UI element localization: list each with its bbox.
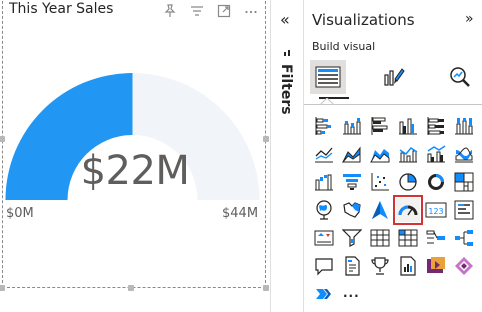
filters-collapse-icon[interactable]: «	[280, 10, 290, 29]
qa-icon[interactable]	[312, 254, 336, 278]
line-chart-icon[interactable]	[312, 142, 336, 166]
narrative-icon[interactable]	[340, 254, 364, 278]
donut-icon[interactable]	[424, 170, 448, 194]
gauge-icon[interactable]	[393, 195, 423, 225]
slicer-icon[interactable]	[340, 226, 364, 250]
multi-row-card-icon[interactable]	[452, 198, 476, 222]
power-automate-icon[interactable]	[452, 254, 476, 278]
area-chart-icon[interactable]	[340, 142, 364, 166]
visual-header-toolbar	[162, 3, 259, 19]
gauge-value: $22M	[80, 148, 190, 194]
visualizations-pane: Visualizations » Build visual 123 ...	[304, 0, 482, 312]
report-canvas[interactable]: This Year Sales $22M $0M $44M	[0, 0, 270, 312]
svg-text:123: 123	[428, 207, 443, 216]
treemap-icon[interactable]	[452, 170, 476, 194]
line-stacked-column-icon[interactable]	[396, 142, 420, 166]
kpi-icon[interactable]	[312, 226, 336, 250]
card-icon[interactable]: 123	[424, 198, 448, 222]
goals-icon[interactable]	[368, 254, 392, 278]
build-visual-icon[interactable]	[310, 60, 349, 99]
gauge-min-label: $0M	[6, 206, 34, 221]
build-visual-label: Build visual	[312, 40, 376, 53]
stacked-column-icon[interactable]	[340, 114, 364, 138]
funnel-icon[interactable]	[340, 170, 364, 194]
ribbon-chart-icon[interactable]	[452, 142, 476, 166]
table-icon[interactable]	[368, 226, 392, 250]
focus-mode-icon[interactable]	[216, 3, 232, 19]
filters-label[interactable]: Filters	[278, 64, 294, 115]
report-editor: This Year Sales $22M $0M $44M « Filters …	[0, 0, 482, 312]
waterfall-icon[interactable]	[312, 170, 336, 194]
clustered-column-icon[interactable]	[396, 114, 420, 138]
power-apps-icon[interactable]	[424, 254, 448, 278]
gauge-max-label: $44M	[222, 206, 259, 221]
matrix-icon[interactable]	[396, 226, 420, 250]
format-visual-icon[interactable]	[376, 60, 412, 94]
100-stacked-column-icon[interactable]	[452, 114, 476, 138]
pin-icon[interactable]	[162, 3, 178, 19]
map-icon[interactable]	[312, 198, 336, 222]
100-stacked-bar-icon[interactable]	[424, 114, 448, 138]
filter-funnel-icon	[283, 42, 292, 61]
resize-handle-right[interactable]	[263, 136, 269, 142]
filter-icon[interactable]	[189, 3, 205, 19]
visualizations-title: Visualizations	[312, 11, 415, 29]
visual-title: This Year Sales	[9, 1, 114, 17]
more-visuals-icon[interactable]	[312, 282, 336, 306]
decomposition-tree-icon[interactable]	[452, 226, 476, 250]
scatter-icon[interactable]	[368, 170, 392, 194]
stacked-area-icon[interactable]	[368, 142, 392, 166]
pie-icon[interactable]	[396, 170, 420, 194]
resize-handle-bottom-left[interactable]	[0, 285, 5, 291]
pane-divider	[304, 104, 482, 105]
key-influencers-icon[interactable]	[424, 226, 448, 250]
analytics-icon[interactable]	[442, 60, 478, 94]
more-options-icon[interactable]	[243, 3, 259, 19]
pane-mode-tabs	[304, 56, 482, 100]
line-clustered-column-icon[interactable]	[424, 142, 448, 166]
azure-map-icon[interactable]	[368, 198, 392, 222]
expand-pane-icon[interactable]: »	[465, 11, 474, 27]
more-options-icon[interactable]: ...	[343, 286, 360, 300]
filters-pane-collapsed[interactable]: « Filters	[270, 0, 304, 312]
filled-map-icon[interactable]	[340, 198, 364, 222]
stacked-bar-icon[interactable]	[312, 114, 336, 138]
paginated-report-icon[interactable]	[396, 254, 420, 278]
resize-handle-bottom-right[interactable]	[263, 285, 269, 291]
resize-handle-bottom[interactable]	[128, 285, 134, 291]
clustered-bar-icon[interactable]	[368, 114, 392, 138]
